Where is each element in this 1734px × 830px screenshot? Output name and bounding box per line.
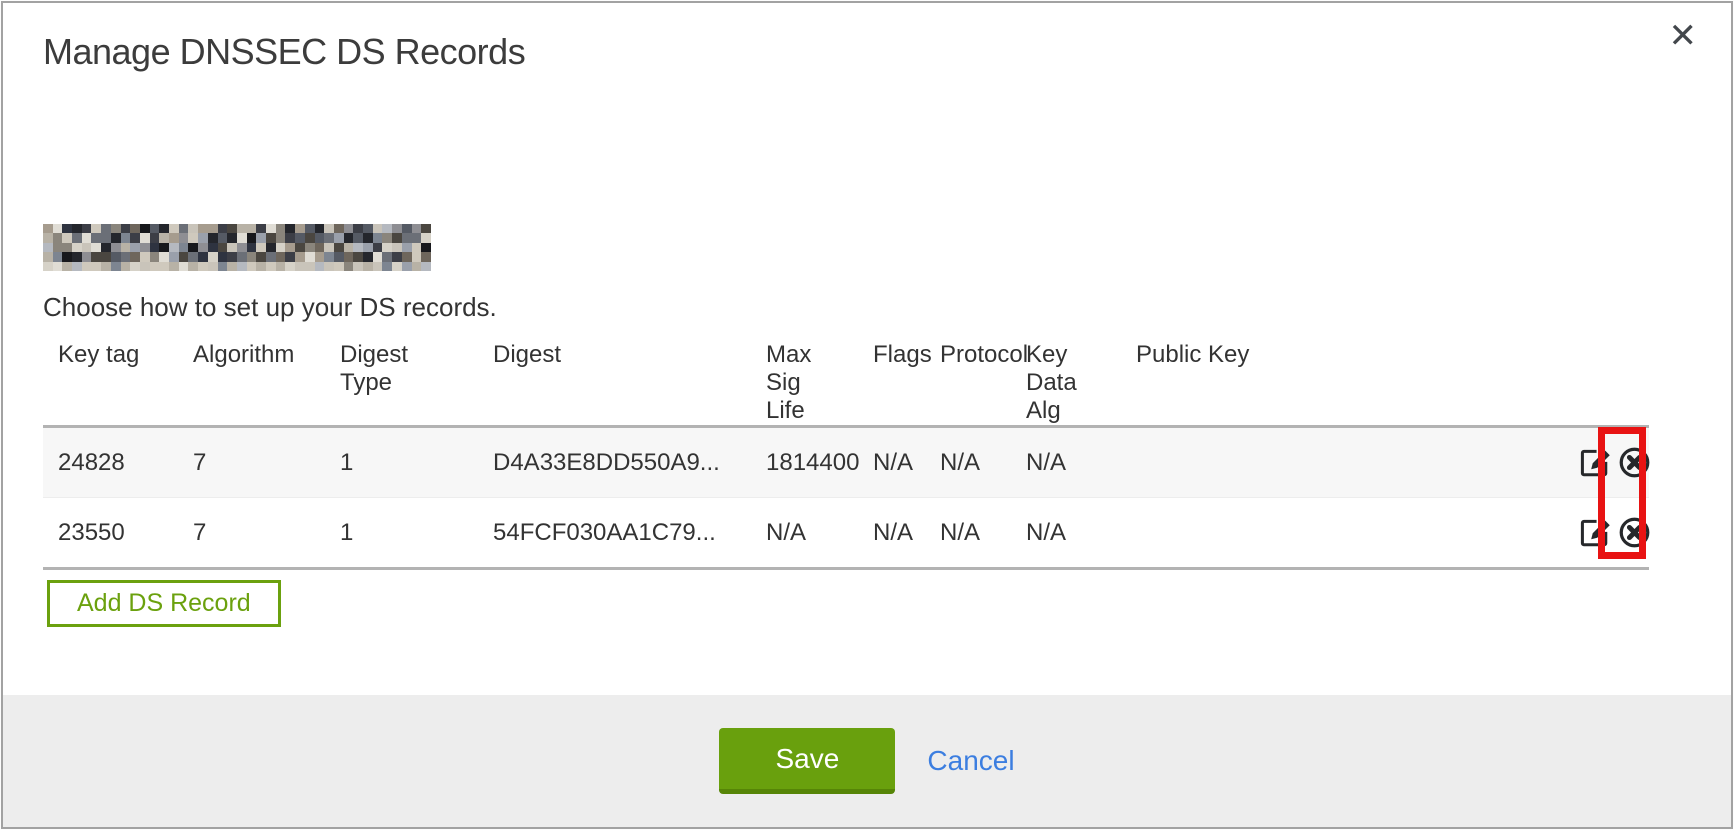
table-row: 23550 7 1 54FCF030AA1C79... N/A N/A N/A … — [43, 498, 1649, 569]
delete-record-icon[interactable] — [1616, 514, 1653, 551]
instruction-text: Choose how to set up your DS records. — [43, 292, 497, 323]
cell-digest-type: 1 — [325, 427, 478, 498]
row-actions — [1563, 427, 1649, 498]
cell-public-key — [1121, 498, 1563, 569]
cell-protocol: N/A — [925, 427, 1011, 498]
cell-key-tag: 23550 — [43, 498, 178, 569]
delete-record-icon[interactable] — [1616, 444, 1653, 481]
ds-records-table: Key tag Algorithm Digest Type Digest Max… — [43, 333, 1649, 570]
page-title: Manage DNSSEC DS Records — [43, 31, 525, 73]
cell-flags: N/A — [858, 427, 925, 498]
cell-key-tag: 24828 — [43, 427, 178, 498]
edit-record-icon[interactable] — [1578, 516, 1611, 549]
cell-digest: D4A33E8DD550A9... — [478, 427, 751, 498]
cell-digest: 54FCF030AA1C79... — [478, 498, 751, 569]
manage-dnssec-modal: Manage DNSSEC DS Records ✕ Choose how to… — [1, 1, 1733, 829]
table-row: 24828 7 1 D4A33E8DD550A9... 1814400 N/A … — [43, 427, 1649, 498]
cell-flags: N/A — [858, 498, 925, 569]
add-ds-record-button[interactable]: Add DS Record — [47, 580, 281, 627]
cell-algorithm: 7 — [178, 427, 325, 498]
row-actions — [1563, 498, 1649, 569]
cell-key-data-alg: N/A — [1011, 427, 1121, 498]
column-header-key-data-alg: Key Data Alg — [1011, 333, 1121, 427]
column-header-max-sig-life: Max Sig Life — [751, 333, 858, 427]
edit-record-icon[interactable] — [1578, 446, 1611, 479]
column-header-digest-type: Digest Type — [325, 333, 478, 427]
column-header-protocol: Protocol — [925, 333, 1011, 427]
close-icon[interactable]: ✕ — [1669, 19, 1698, 53]
column-header-actions — [1563, 333, 1649, 427]
column-header-flags: Flags — [858, 333, 925, 427]
cell-max-sig-life: N/A — [751, 498, 858, 569]
redacted-domain-name — [43, 224, 431, 271]
save-button[interactable]: Save — [719, 728, 895, 794]
cell-algorithm: 7 — [178, 498, 325, 569]
column-header-key-tag: Key tag — [43, 333, 178, 427]
column-header-public-key: Public Key — [1121, 333, 1563, 427]
cell-digest-type: 1 — [325, 498, 478, 569]
cell-key-data-alg: N/A — [1011, 498, 1121, 569]
cell-protocol: N/A — [925, 498, 1011, 569]
column-header-algorithm: Algorithm — [178, 333, 325, 427]
cancel-link[interactable]: Cancel — [927, 745, 1014, 777]
column-header-digest: Digest — [478, 333, 751, 427]
table-header-row: Key tag Algorithm Digest Type Digest Max… — [43, 333, 1649, 427]
cell-public-key — [1121, 427, 1563, 498]
modal-footer: Save Cancel — [3, 695, 1731, 827]
cell-max-sig-life: 1814400 — [751, 427, 858, 498]
